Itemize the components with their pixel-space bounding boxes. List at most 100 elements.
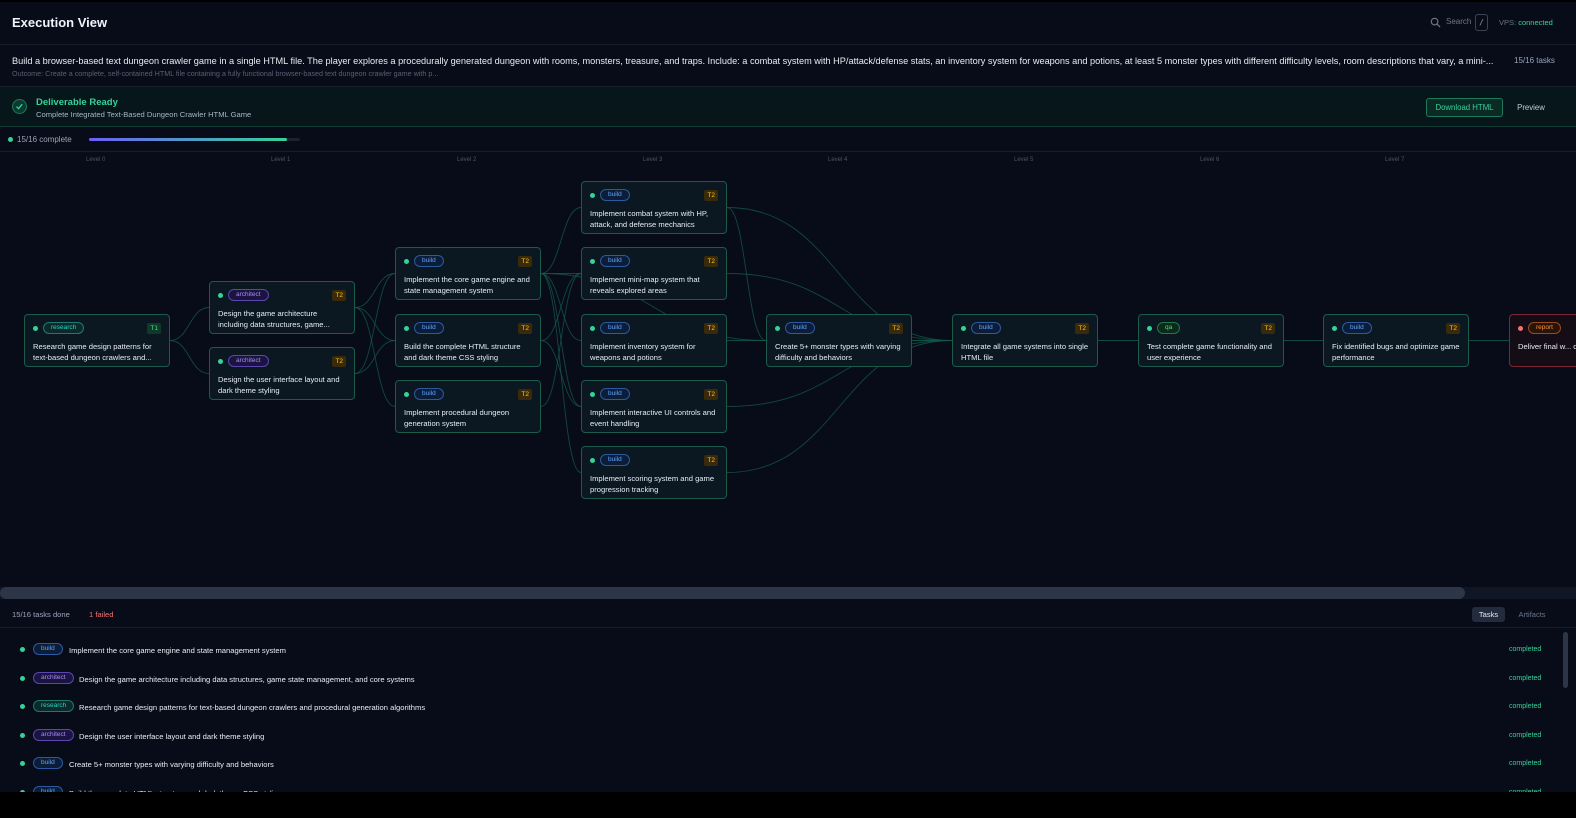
task-row[interactable]: research Research game design patterns fo… [0, 693, 1560, 721]
task-node[interactable]: report Deliver final w... director appro.… [1509, 314, 1576, 367]
agent-tag: build [33, 786, 63, 792]
task-node[interactable]: build T2 Build the complete HTML structure… [395, 314, 541, 367]
task-node[interactable]: build T2 Implement combat system with HP, … [581, 181, 727, 234]
task-row[interactable]: build Implement the core game engine and … [0, 636, 1560, 664]
dependency-edge [354, 273, 396, 308]
goal-text: Build a browser-based text dungeon crawl… [12, 56, 1494, 66]
download-html-button[interactable]: Download HTML [1426, 98, 1503, 117]
task-node[interactable]: qa T2 Test complete game functionality and… [1138, 314, 1284, 367]
task-row[interactable]: architect Design the game architecture in… [0, 665, 1560, 693]
level-label: Level 3 [643, 157, 663, 163]
dependency-edge [540, 273, 582, 341]
status-dot [33, 326, 38, 331]
task-node[interactable]: build T2 Integrate all game systems into s… [952, 314, 1098, 367]
agent-tag: build [414, 322, 444, 334]
agent-tag: architect [33, 728, 74, 741]
dependency-edge [354, 307, 396, 407]
task-status: completed [1509, 646, 1542, 653]
dependency-edge [354, 340, 396, 374]
task-list: build Implement the core game engine and … [0, 628, 1576, 792]
agent-tag: architect [228, 289, 269, 301]
progress-status-dot [8, 137, 13, 142]
tier-badge: T2 [332, 290, 346, 301]
status-dot [218, 359, 223, 364]
status-dot [775, 326, 780, 331]
tasks-failed-count: 1 failed [89, 610, 114, 619]
task-node[interactable]: build T2 Implement interactive UI controls… [581, 380, 727, 433]
execution-view: Execution View Search / VPS: connected B… [0, 2, 1576, 792]
preview-button[interactable]: Preview [1510, 98, 1552, 117]
dependency-edge [169, 340, 210, 374]
task-node[interactable]: build T2 Implement the core game engine an… [395, 247, 541, 300]
task-node-title: Implement mini-map system that reveals e… [590, 275, 700, 295]
level-label: Level 7 [1385, 157, 1405, 163]
dependency-edge [540, 340, 582, 407]
task-status: completed [1509, 674, 1542, 682]
agent-tag: qa [1157, 322, 1181, 334]
vps-label: VPS: [1499, 18, 1517, 27]
task-node[interactable]: build T2 Implement scoring system and game… [581, 446, 727, 499]
dependency-edge [169, 307, 210, 341]
status-dot [1332, 326, 1337, 331]
scrollbar-thumb[interactable] [0, 587, 1465, 599]
status-dot [20, 732, 25, 738]
task-node[interactable]: build T2 Implement inventory system for we… [581, 314, 727, 367]
level-label: Level 4 [828, 157, 848, 163]
vps-status: VPS: connected [1499, 18, 1553, 27]
tier-badge: T2 [704, 389, 718, 400]
agent-tag: build [600, 189, 630, 201]
agent-tag: build [971, 322, 1001, 334]
task-node[interactable]: architect T2 Design the game architecture … [209, 281, 355, 334]
task-row[interactable]: build Build the complete HTML structure a… [0, 779, 1560, 792]
status-dot [218, 293, 223, 298]
status-dot [20, 647, 25, 652]
tier-badge: T2 [1446, 323, 1460, 334]
tier-badge: T2 [1261, 323, 1275, 334]
task-row[interactable]: architect Design the user interface layou… [0, 722, 1560, 750]
task-node-title: Fix identified bugs and optimize game pe… [1332, 342, 1460, 362]
dependency-edge [540, 273, 582, 473]
search-shortcut-key: / [1475, 14, 1488, 31]
task-node[interactable]: build T2 Fix identified bugs and optimize … [1323, 314, 1469, 367]
task-node-title: Implement interactive UI controls and ev… [590, 408, 716, 428]
task-row[interactable]: build Create 5+ monster types with varyin… [0, 750, 1560, 778]
status-dot [20, 704, 25, 710]
search-button[interactable]: Search [1446, 17, 1471, 26]
task-status: completed [1509, 789, 1541, 792]
agent-tag: build [414, 255, 444, 267]
task-node[interactable]: build T2 Implement mini-map system that re… [581, 247, 727, 300]
task-node-title: Design the game architecture including d… [218, 309, 330, 329]
agent-tag: build [600, 322, 630, 334]
tier-badge: T2 [889, 323, 903, 334]
task-node-title: Implement inventory system for weapons a… [590, 342, 696, 362]
task-row-title: Design the game architecture including d… [79, 674, 415, 684]
tier-badge: T2 [518, 323, 532, 334]
tab-artifacts[interactable]: Artifacts [1512, 607, 1552, 622]
agent-tag: architect [228, 355, 269, 367]
top-header: Execution View Search / VPS: connected [0, 2, 1576, 45]
search-icon[interactable] [1430, 17, 1441, 28]
agent-tag: research [43, 322, 85, 334]
task-node[interactable]: build T2 Create 5+ monster types with vary… [766, 314, 912, 367]
task-row-title: Design the user interface layout and dar… [79, 731, 265, 741]
tier-badge: T2 [518, 389, 532, 400]
task-node[interactable]: build T2 Implement procedural dungeon gene… [395, 380, 541, 433]
agent-tag: build [600, 388, 630, 400]
task-list-scrollbar[interactable] [1563, 632, 1568, 688]
graph-horizontal-scrollbar[interactable] [0, 587, 1576, 599]
agent-tag: architect [33, 671, 74, 684]
status-dot [404, 326, 409, 331]
dependency-edge [540, 273, 582, 407]
dependency-edge [540, 273, 582, 341]
progress-fill [89, 138, 287, 141]
tier-badge: T2 [518, 256, 532, 267]
task-node[interactable]: architect T2 Design the user interface lay… [209, 347, 355, 400]
check-icon [12, 99, 27, 114]
dependency-edge [540, 207, 582, 274]
task-row-title: Implement the core game engine and state… [69, 646, 286, 655]
status-dot [961, 326, 966, 331]
task-node[interactable]: research T1 Research game design patterns … [24, 314, 170, 367]
progress-label: 15/16 complete [17, 135, 72, 144]
agent-tag: report [1528, 322, 1561, 334]
tab-tasks[interactable]: Tasks [1472, 607, 1505, 622]
